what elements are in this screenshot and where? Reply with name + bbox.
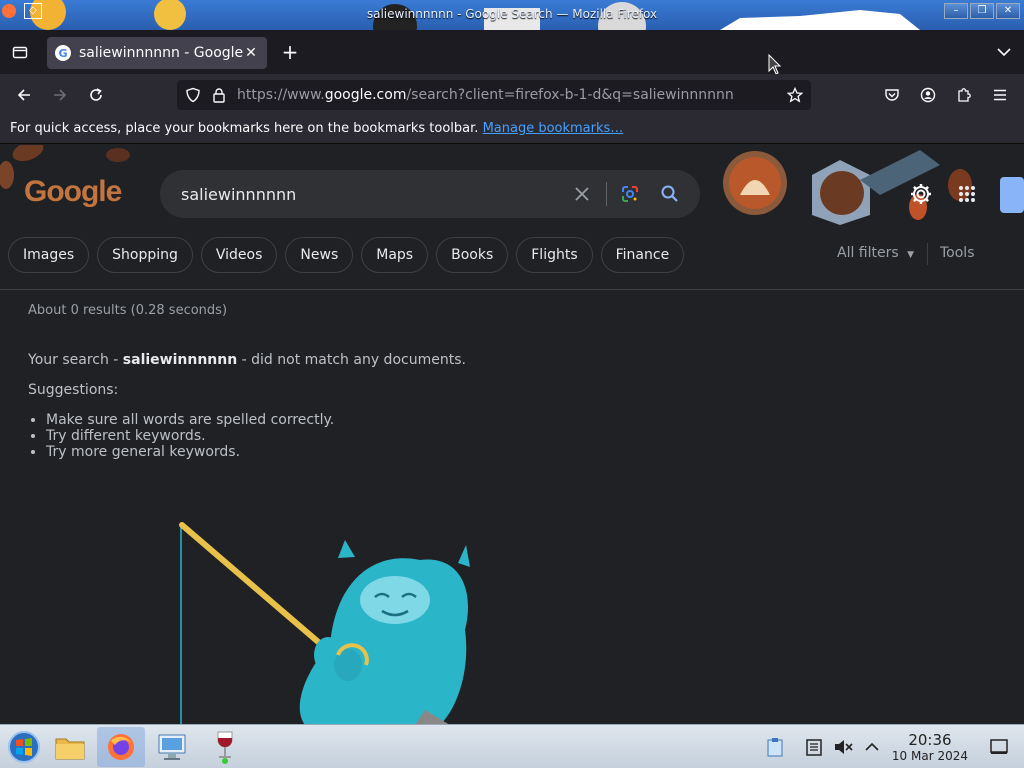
firefox-taskbar-icon[interactable] [97,727,145,767]
manage-bookmarks-link[interactable]: Manage bookmarks… [483,121,624,136]
account-icon[interactable] [914,81,942,109]
fishing-monster-illustration [179,522,470,724]
tracking-protection-shield-icon[interactable] [185,87,201,103]
taskbar-clock[interactable]: 20:36 10 Mar 2024 [892,731,968,763]
extensions-puzzle-icon[interactable] [950,81,978,109]
chip-finance[interactable]: Finance [600,237,685,273]
chip-images[interactable]: Images [8,237,90,273]
search-input[interactable]: saliewinnnnnn [181,185,296,204]
minimize-button[interactable]: – [944,3,968,19]
mouse-cursor-icon [768,54,782,75]
suggestion-item: Make sure all words are spelled correctl… [46,412,334,428]
google-results-page: Google saliewinnnnnn Images Shopping Vid… [0,145,1024,724]
bookmarks-hint-text: For quick access, place your bookmarks h… [10,121,483,136]
tray-expand-chevron-icon[interactable] [857,727,887,767]
list-tabs-chevron-icon[interactable] [990,38,1018,66]
clear-search-icon[interactable] [567,170,597,218]
reload-icon[interactable] [82,81,110,109]
tab-title: saliewinnnnnn - Google S [79,45,243,61]
window-titlebar: ◇ saliewinnnnnn - Google Search — Mozill… [0,0,1024,30]
google-doodle-logo[interactable]: Google [24,175,122,209]
no-results-message: Your search - saliewinnnnnn - did not ma… [28,352,466,368]
filters-divider [927,243,928,265]
bookmarks-toolbar: For quick access, place your bookmarks h… [0,116,1024,144]
url-prefix: https://www. [237,87,325,103]
tools-button[interactable]: Tools [940,245,975,261]
suggestions-title: Suggestions: [28,382,119,398]
no-match-prefix: Your search - [28,352,123,368]
start-menu-button[interactable] [0,727,48,767]
navigation-bar: https://www. google.com/search?client=fir… [0,74,1024,116]
hamburger-menu-icon[interactable] [986,81,1014,109]
tab-overview-icon[interactable] [6,38,34,66]
header-divider [0,289,1024,290]
forward-arrow-icon[interactable] [46,81,74,109]
window-title: saliewinnnnnn - Google Search — Mozilla … [366,7,658,21]
pocket-icon[interactable] [878,81,906,109]
volume-muted-icon[interactable] [828,727,858,767]
no-match-query: saliewinnnnnn [122,352,238,368]
chip-flights[interactable]: Flights [516,237,593,273]
back-arrow-icon[interactable] [10,81,38,109]
clock-time: 20:36 [908,731,952,749]
chip-maps[interactable]: Maps [361,237,429,273]
all-filters-dropdown[interactable]: All filters ▼ [837,245,914,261]
tray-storage-icon[interactable] [799,727,829,767]
tab-close-icon[interactable]: ✕ [243,45,259,61]
suggestions-list: Make sure all words are spelled correctl… [46,412,334,460]
chip-videos[interactable]: Videos [200,237,278,273]
new-tab-icon[interactable]: + [276,38,304,66]
lock-icon[interactable] [211,87,227,103]
maximize-button[interactable]: ❐ [970,3,994,19]
result-stats: About 0 results (0.28 seconds) [28,303,228,318]
search-box[interactable]: saliewinnnnnn [160,170,700,218]
url-domain: google.com [324,87,407,103]
url-bar[interactable]: https://www. google.com/search?client=fir… [177,80,811,110]
close-window-button[interactable]: ✕ [996,3,1020,19]
show-desktop-icon[interactable] [984,727,1014,767]
control-panel-icon[interactable] [148,727,196,767]
bookmark-star-icon[interactable] [787,87,803,103]
clock-date: 10 Mar 2024 [891,749,968,763]
suggestion-item: Try more general keywords. [46,444,334,460]
search-filter-chips: Images Shopping Videos News Maps Books F… [8,237,685,273]
settings-gear-icon[interactable] [907,180,935,208]
tray-clipboard-icon[interactable] [760,727,790,767]
all-filters-label: All filters [837,245,899,261]
chip-shopping[interactable]: Shopping [97,237,193,273]
file-manager-folder-icon[interactable] [46,727,94,767]
no-match-suffix: - did not match any documents. [237,352,466,368]
suggestion-item: Try different keywords. [46,428,334,444]
chip-books[interactable]: Books [436,237,509,273]
google-lens-icon[interactable] [615,170,645,218]
wine-glass-app-icon[interactable] [201,727,249,767]
google-apps-grid-icon[interactable] [953,180,981,208]
tab-google-search[interactable]: G saliewinnnnnn - Google S ✕ [47,37,267,69]
dropdown-caret-icon: ▼ [907,250,915,260]
url-path: /search?client=firefox-b-1-d&q=saliewinn… [406,87,734,103]
chip-news[interactable]: News [285,237,354,273]
search-box-divider [606,182,607,206]
taskbar: 20:36 10 Mar 2024 [0,724,1024,768]
tab-strip: G saliewinnnnnn - Google S ✕ + [0,30,1024,75]
google-favicon-icon: G [55,45,71,61]
search-magnifier-icon[interactable] [655,170,685,218]
